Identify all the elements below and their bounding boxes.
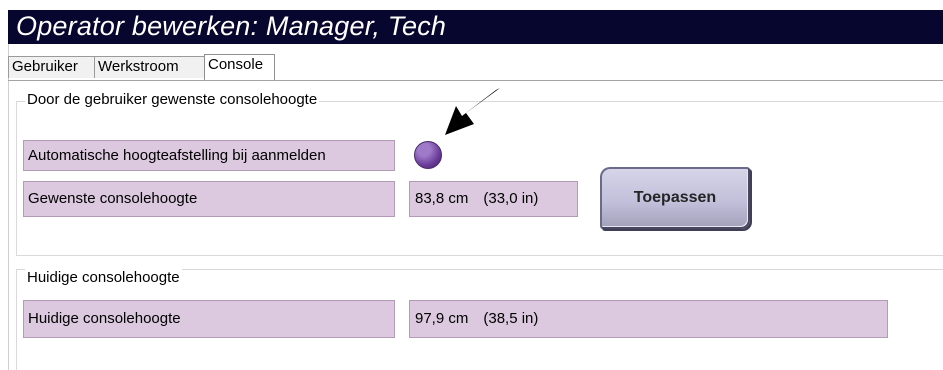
preferred-height-value: 83,8 cm (33,0 in)	[409, 181, 578, 217]
preferred-height-in: (33,0 in)	[483, 190, 539, 207]
preferred-height-label: Gewenste consolehoogte	[23, 181, 395, 217]
current-height-value: 97,9 cm (38,5 in)	[409, 300, 888, 338]
tab-gebruiker[interactable]: Gebruiker	[8, 56, 95, 78]
preferred-height-legend: Door de gebruiker gewenste consolehoogte	[25, 91, 320, 109]
auto-height-label: Automatische hoogteafstelling bij aanmel…	[23, 140, 395, 171]
current-height-label: Huidige consolehoogte	[23, 300, 395, 338]
current-height-legend: Huidige consolehoogte	[25, 269, 182, 287]
title-bar: Operator bewerken: Manager, Tech	[8, 10, 943, 44]
left-divider	[8, 44, 9, 370]
tab-werkstroom[interactable]: Werkstroom	[94, 56, 205, 78]
operator-edit-screen: Operator bewerken: Manager, Tech Gebruik…	[0, 0, 943, 370]
auto-height-radio-icon[interactable]	[414, 141, 442, 169]
apply-button[interactable]: Toepassen	[600, 167, 750, 229]
current-height-in: (38,5 in)	[483, 310, 539, 327]
current-height-cm: 97,9 cm	[415, 310, 469, 327]
callout-arrow-icon	[445, 88, 500, 135]
preferred-height-cm: 83,8 cm	[415, 190, 469, 207]
window-title: Operator bewerken: Manager, Tech	[16, 11, 447, 41]
tab-console[interactable]: Console	[204, 54, 275, 80]
